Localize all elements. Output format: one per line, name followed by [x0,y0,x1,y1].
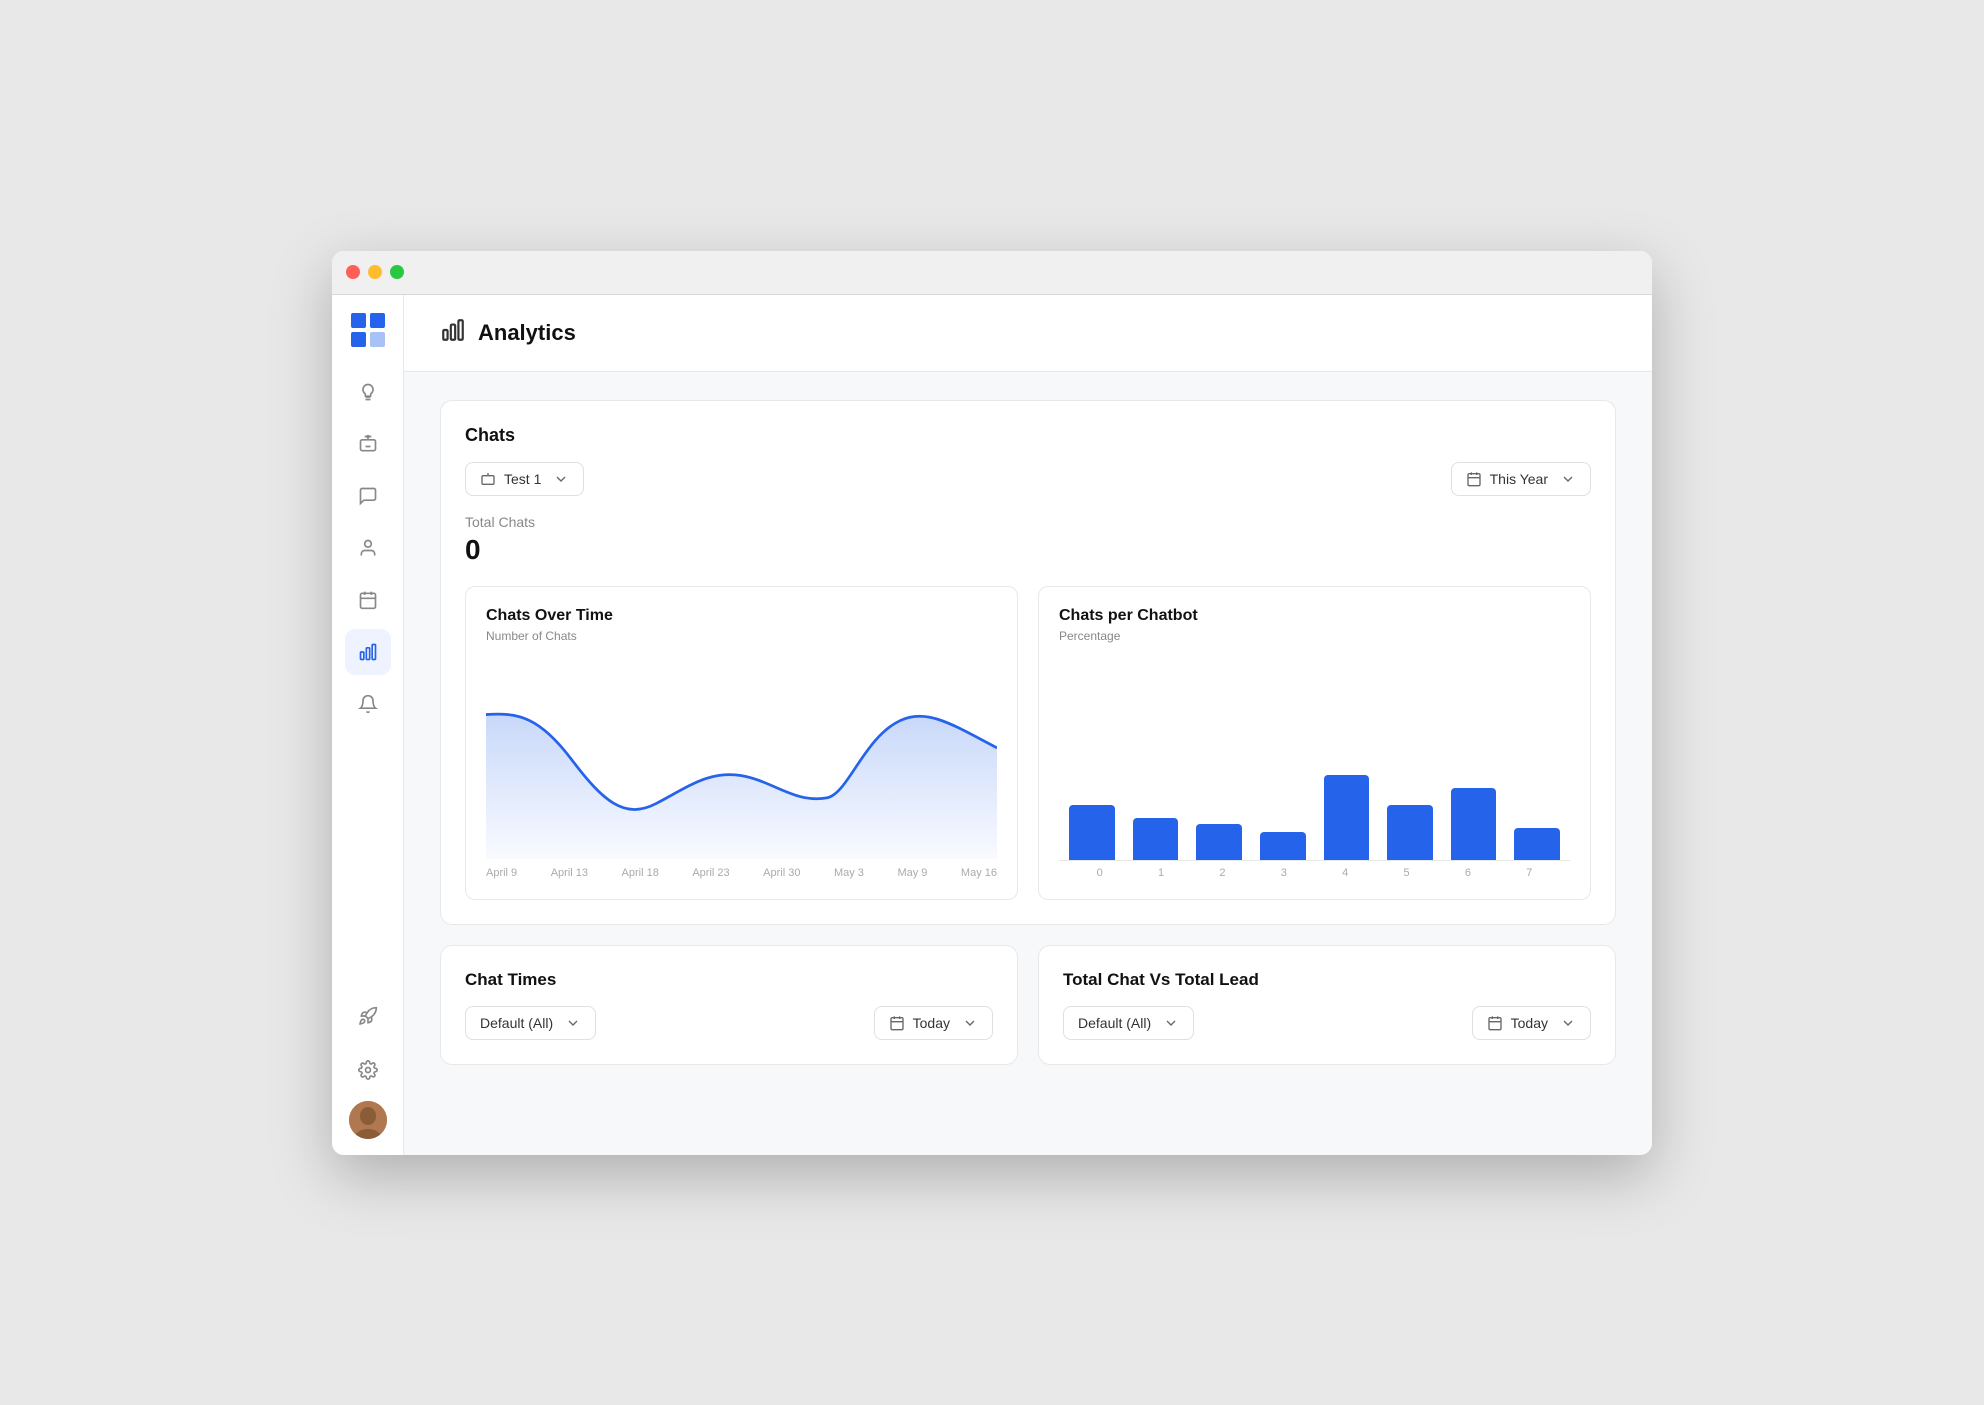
bar-chart-area [1059,659,1570,861]
bar-group-3 [1260,832,1306,860]
main-content: Analytics Chats Test 1 [404,295,1652,1155]
bar-group-0 [1069,805,1115,860]
line-chart-x-labels: April 9 April 13 April 18 April 23 April… [486,859,997,879]
titlebar [332,251,1652,295]
total-chat-vs-lead-controls: Default (All) Today [1063,1006,1591,1040]
maximize-button[interactable] [390,265,404,279]
time-selector-value: This Year [1490,471,1548,487]
bar-x-label-6: 6 [1437,867,1498,879]
bar-6 [1451,788,1497,860]
time-selector-dropdown[interactable]: This Year [1451,462,1591,496]
bar-group-4 [1324,775,1370,860]
page-header: Analytics [404,295,1652,372]
minimize-button[interactable] [368,265,382,279]
chat-times-default-value: Default (All) [480,1015,553,1031]
bottom-cards-row: Chat Times Default (All) [440,945,1616,1065]
content-area: Chats Test 1 [404,372,1652,1093]
total-chats-stats: Total Chats 0 [465,514,1591,566]
bar-chart-container: 0 1 2 3 4 5 6 7 [1059,659,1570,879]
total-chats-value: 0 [465,534,1591,566]
bar-group-5 [1387,805,1433,860]
bar-x-label-3: 3 [1253,867,1314,879]
bar-7 [1514,828,1560,860]
chat-times-time-value: Today [913,1015,950,1031]
total-chat-time-dropdown[interactable]: Today [1472,1006,1591,1040]
close-button[interactable] [346,265,360,279]
total-chat-vs-lead-card: Total Chat Vs Total Lead Default (All) [1038,945,1616,1065]
sidebar-item-settings[interactable] [345,1047,391,1093]
x-label-7: May 16 [961,867,997,879]
sidebar-bottom [345,993,391,1139]
chat-times-time-dropdown[interactable]: Today [874,1006,993,1040]
sidebar-item-user[interactable] [345,525,391,571]
bar-group-2 [1196,824,1242,860]
x-label-4: April 30 [763,867,800,879]
sidebar-item-rocket[interactable] [345,993,391,1039]
bar-group-7 [1514,828,1560,860]
page-icon [440,317,466,349]
bar-4 [1324,775,1370,860]
avatar-image [349,1101,387,1139]
avatar[interactable] [349,1101,387,1139]
line-chart-title: Chats Over Time [486,607,997,625]
x-label-2: April 18 [622,867,659,879]
line-chart-container [486,659,997,859]
bar-0 [1069,805,1115,860]
bar-2 [1196,824,1242,860]
total-chat-time-value: Today [1511,1015,1548,1031]
bot-selector-dropdown[interactable]: Test 1 [465,462,584,496]
total-chat-default-dropdown[interactable]: Default (All) [1063,1006,1194,1040]
bar-x-label-0: 0 [1069,867,1130,879]
chat-times-default-dropdown[interactable]: Default (All) [465,1006,596,1040]
chat-times-title: Chat Times [465,970,993,990]
x-label-1: April 13 [551,867,588,879]
bar-group-1 [1133,818,1179,860]
sidebar-item-chat[interactable] [345,473,391,519]
page-title: Analytics [478,320,576,346]
bar-x-label-4: 4 [1315,867,1376,879]
bar-chart-card: Chats per Chatbot Percentage [1038,586,1591,900]
bar-3 [1260,832,1306,860]
app-window: Analytics Chats Test 1 [332,251,1652,1155]
x-label-0: April 9 [486,867,517,879]
bot-selector-value: Test 1 [504,471,541,487]
chat-times-card: Chat Times Default (All) [440,945,1018,1065]
bar-group-6 [1451,788,1497,860]
sidebar-item-analytics[interactable] [345,629,391,675]
bar-x-label-1: 1 [1130,867,1191,879]
chats-card-title: Chats [465,425,1591,446]
bar-x-label-7: 7 [1499,867,1560,879]
bar-x-labels: 0 1 2 3 4 5 6 7 [1059,861,1570,879]
sidebar-item-bot[interactable] [345,421,391,467]
line-chart-subtitle: Number of Chats [486,629,997,643]
chats-card-controls: Test 1 This Year [465,462,1591,496]
sidebar-item-calendar[interactable] [345,577,391,623]
app-layout: Analytics Chats Test 1 [332,295,1652,1155]
x-label-3: April 23 [692,867,729,879]
bar-chart-subtitle: Percentage [1059,629,1570,643]
charts-row: Chats Over Time Number of Chats [465,586,1591,900]
chats-card: Chats Test 1 [440,400,1616,925]
x-label-5: May 3 [834,867,864,879]
bar-chart-title: Chats per Chatbot [1059,607,1570,625]
bar-5 [1387,805,1433,860]
bar-x-label-5: 5 [1376,867,1437,879]
total-chat-default-value: Default (All) [1078,1015,1151,1031]
sidebar-item-lightbulb[interactable] [345,369,391,415]
total-chat-vs-lead-title: Total Chat Vs Total Lead [1063,970,1591,990]
x-label-6: May 9 [897,867,927,879]
chat-times-controls: Default (All) Today [465,1006,993,1040]
total-chats-label: Total Chats [465,514,1591,530]
bar-1 [1133,818,1179,860]
sidebar [332,295,404,1155]
line-chart-card: Chats Over Time Number of Chats [465,586,1018,900]
bar-x-label-2: 2 [1192,867,1253,879]
traffic-lights [346,265,404,279]
logo[interactable] [349,311,387,349]
sidebar-item-notification[interactable] [345,681,391,727]
